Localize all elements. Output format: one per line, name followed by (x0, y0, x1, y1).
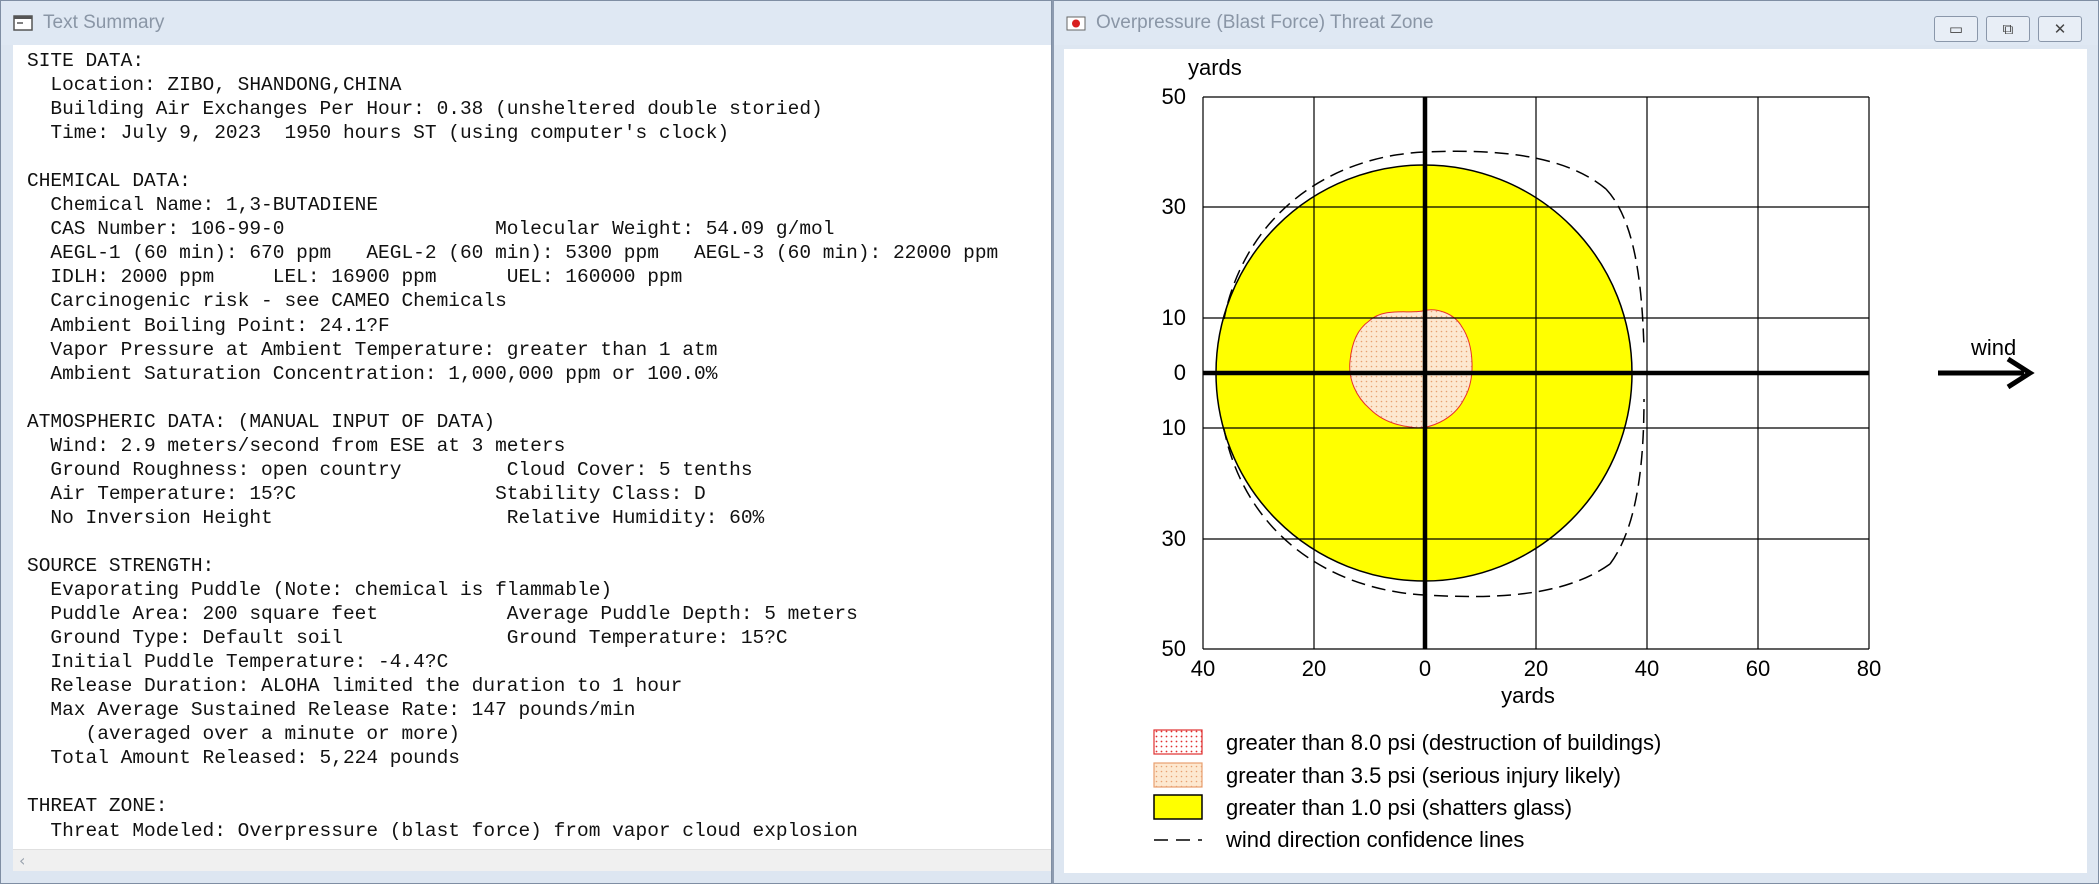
text-summary-content[interactable]: SITE DATA: Location: ZIBO, SHANDONG,CHIN… (13, 45, 1051, 849)
minimize-button[interactable]: ▭ (1934, 16, 1978, 42)
close-button[interactable]: ✕ (2038, 16, 2082, 42)
legend-swatch-1psi (1153, 794, 1203, 820)
y-axis-unit-label: yards (1188, 55, 1242, 80)
legend-label-8psi: greater than 8.0 psi (destruction of bui… (1226, 730, 1661, 755)
legend-label-1psi: greater than 1.0 psi (shatters glass) (1226, 795, 1572, 820)
text-summary-title: Text Summary (43, 12, 165, 33)
x-axis-unit-label: yards (1501, 683, 1555, 708)
text-window-icon (13, 15, 33, 31)
x-tick-label: 20 (1524, 656, 1548, 681)
y-tick-label: 0 (1174, 360, 1186, 385)
wind-arrow-icon (1938, 356, 2035, 390)
y-tick-label: 30 (1162, 194, 1186, 219)
threat-zone-plot-area: yards yards 40 20 0 20 40 60 80 50 30 10… (1064, 49, 2087, 873)
wind-label: wind (1970, 335, 2016, 360)
x-tick-label: 40 (1635, 656, 1659, 681)
x-tick-label: 60 (1746, 656, 1770, 681)
text-summary-text: SITE DATA: Location: ZIBO, SHANDONG,CHIN… (27, 50, 999, 842)
maximize-button[interactable]: ⧉ (1986, 16, 2030, 42)
legend-label-3-5psi: greater than 3.5 psi (serious injury lik… (1226, 763, 1621, 788)
y-tick-label: 10 (1162, 415, 1186, 440)
horizontal-scrollbar[interactable]: ‹ (13, 849, 1051, 871)
legend-swatch-3-5psi (1153, 762, 1203, 788)
y-tick-label: 10 (1162, 305, 1186, 330)
aloha-app-icon (1066, 16, 1086, 31)
y-tick-label: 50 (1162, 636, 1186, 661)
threat-zone-plot: yards yards 40 20 0 20 40 60 80 50 30 10… (1153, 55, 2035, 852)
x-tick-label: 80 (1857, 656, 1881, 681)
legend-label-confidence: wind direction confidence lines (1225, 827, 1524, 852)
x-tick-label: 20 (1302, 656, 1326, 681)
text-summary-window: Text Summary SITE DATA: Location: ZIBO, … (0, 0, 1052, 884)
legend: greater than 8.0 psi (destruction of bui… (1153, 729, 1661, 852)
text-summary-titlebar[interactable]: Text Summary (1, 1, 1051, 45)
threat-zone-title: Overpressure (Blast Force) Threat Zone (1096, 12, 1434, 33)
scroll-left-arrow-icon[interactable]: ‹ (19, 851, 25, 870)
legend-swatch-8psi (1153, 729, 1203, 755)
threat-zone-window: Overpressure (Blast Force) Threat Zone ▭… (1052, 0, 2099, 884)
x-tick-label: 40 (1191, 656, 1215, 681)
y-tick-label: 30 (1162, 526, 1186, 551)
x-tick-label: 0 (1419, 656, 1431, 681)
y-tick-label: 50 (1162, 84, 1186, 109)
